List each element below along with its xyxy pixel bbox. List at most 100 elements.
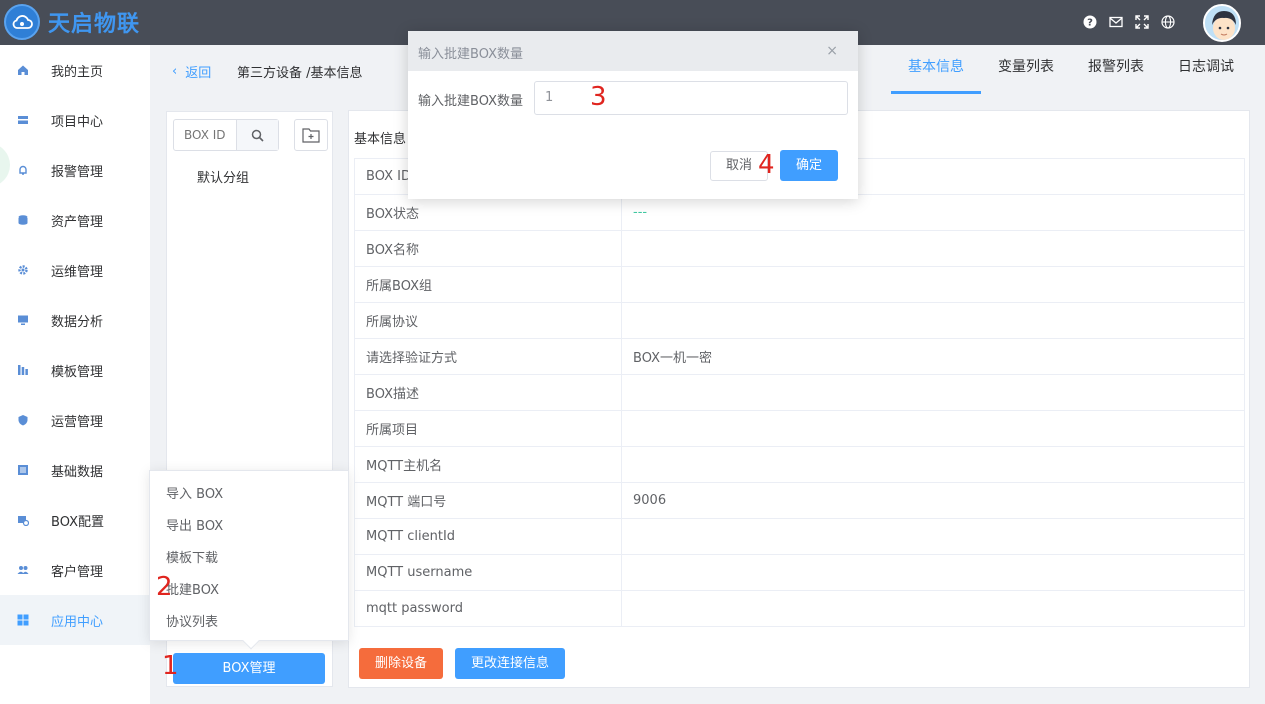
row-value: 9006: [621, 482, 1245, 519]
row-key: MQTT username: [354, 554, 622, 591]
step-annotation-1: 1: [162, 651, 179, 681]
sidebar-item-basedata[interactable]: 基础数据: [0, 445, 150, 495]
batch-count-input[interactable]: 1: [534, 81, 848, 115]
sidebar-item-label: 基础数据: [51, 464, 104, 480]
row-value: [621, 554, 1245, 591]
step-annotation-4: 4: [758, 150, 775, 180]
bell-icon: [16, 163, 30, 177]
table-row: MQTT username: [354, 554, 1245, 591]
sidebar-item-label: 资产管理: [51, 214, 104, 230]
folder-add-icon: [302, 128, 320, 143]
edit-connection-button[interactable]: 更改连接信息: [455, 648, 565, 679]
back-label: 返回: [185, 66, 212, 81]
users-icon: [16, 563, 30, 577]
row-key: 所属BOX组: [354, 266, 622, 303]
sidebar-item-label: 模板管理: [51, 364, 104, 380]
menu-item-import-box[interactable]: 导入 BOX: [150, 479, 348, 511]
section-title: 基本信息: [354, 132, 407, 147]
tree-node-default-group[interactable]: 默认分组: [197, 167, 249, 186]
sidebar-item-alarms[interactable]: 报警管理: [0, 145, 150, 195]
sidebar-item-label: 运维管理: [51, 264, 104, 280]
sidebar-item-customers[interactable]: 客户管理: [0, 545, 150, 595]
svg-text:?: ?: [1087, 18, 1093, 29]
row-key: 所属项目: [354, 410, 622, 447]
row-key: MQTT 端口号: [354, 482, 622, 519]
table-row: 请选择验证方式 BOX一机一密: [354, 338, 1245, 375]
menu-item-template-download[interactable]: 模板下载: [150, 543, 348, 575]
tab-basic-info[interactable]: 基本信息: [891, 45, 981, 94]
sidebar-item-projects[interactable]: 项目中心: [0, 95, 150, 145]
box-search: [173, 119, 279, 151]
row-key: mqtt password: [354, 590, 622, 627]
apps-icon: [16, 613, 30, 627]
cloud-logo-icon: [4, 4, 40, 40]
table-row: BOX描述: [354, 374, 1245, 411]
logo[interactable]: 天启物联: [4, 4, 140, 40]
row-key: BOX描述: [354, 374, 622, 411]
table-row: 所属BOX组: [354, 266, 1245, 303]
back-link[interactable]: ‹ 返回: [172, 62, 211, 81]
sidebar-item-label: 数据分析: [51, 314, 104, 330]
info-table: BOX ID BOX状态 --- BOX名称 所属BOX组 所属协议 请选择验证方…: [354, 158, 1245, 627]
row-key: MQTT主机名: [354, 446, 622, 483]
row-value: [621, 230, 1245, 267]
project-icon: [16, 113, 30, 127]
confirm-button[interactable]: 确定: [780, 150, 838, 181]
menu-item-export-box[interactable]: 导出 BOX: [150, 511, 348, 543]
sidebar-item-box-config[interactable]: BOX配置: [0, 495, 150, 545]
table-row: 所属项目: [354, 410, 1245, 447]
sidebar-item-home[interactable]: 我的主页: [0, 45, 150, 95]
tab-bar: 基本信息 变量列表 报警列表 日志调试: [891, 45, 1251, 94]
box-manage-menu: 导入 BOX 导出 BOX 模板下载 批建BOX 协议列表: [149, 470, 349, 650]
row-value: [621, 302, 1245, 339]
sidebar-item-label: BOX配置: [51, 514, 104, 530]
row-value: [621, 266, 1245, 303]
box-config-icon: [16, 513, 30, 527]
table-row: MQTT 端口号 9006: [354, 482, 1245, 519]
sidebar-item-label: 报警管理: [51, 164, 104, 180]
avatar[interactable]: [1203, 4, 1241, 42]
sidebar-item-operations[interactable]: 运营管理: [0, 395, 150, 445]
close-icon[interactable]: ×: [826, 43, 838, 59]
mail-icon[interactable]: [1109, 16, 1123, 28]
sidebar-item-label: 项目中心: [51, 114, 104, 130]
fullscreen-icon[interactable]: [1135, 15, 1149, 29]
tab-alarms[interactable]: 报警列表: [1071, 45, 1161, 94]
table-row: MQTT clientId: [354, 518, 1245, 555]
search-icon: [251, 129, 264, 142]
tab-log-debug[interactable]: 日志调试: [1161, 45, 1251, 94]
help-icon[interactable]: ?: [1083, 15, 1097, 29]
table-row: MQTT主机名: [354, 446, 1245, 483]
table-row: BOX状态 ---: [354, 194, 1245, 231]
row-value: [621, 446, 1245, 483]
tab-variables[interactable]: 变量列表: [981, 45, 1071, 94]
sidebar-item-label: 运营管理: [51, 414, 104, 430]
sidebar-item-ops[interactable]: 运维管理: [0, 245, 150, 295]
sidebar-item-label: 我的主页: [51, 64, 104, 80]
table-row: BOX名称: [354, 230, 1245, 267]
table-row: 所属协议: [354, 302, 1245, 339]
menu-item-batch-create-box[interactable]: 批建BOX: [150, 575, 348, 607]
sidebar-item-apps[interactable]: 应用中心: [0, 595, 150, 645]
chevron-left-icon: ‹: [172, 64, 178, 79]
box-manage-button[interactable]: BOX管理: [173, 653, 325, 684]
gear-icon: [16, 263, 30, 277]
row-key: BOX状态: [354, 194, 622, 231]
asset-icon: [16, 213, 30, 227]
row-value: [621, 518, 1245, 555]
sidebar-item-assets[interactable]: 资产管理: [0, 195, 150, 245]
batch-create-dialog: 输入批建BOX数量 × 输入批建BOX数量 1 取消 确定: [408, 31, 858, 199]
sidebar-item-analytics[interactable]: 数据分析: [0, 295, 150, 345]
step-annotation-2: 2: [156, 572, 173, 602]
globe-icon[interactable]: [1161, 15, 1175, 29]
row-value: BOX一机一密: [621, 338, 1245, 375]
add-group-button[interactable]: [294, 119, 328, 151]
row-value: ---: [621, 194, 1245, 231]
search-button[interactable]: [236, 120, 278, 150]
sidebar-item-templates[interactable]: 模板管理: [0, 345, 150, 395]
monitor-icon: [16, 313, 30, 327]
row-key: BOX名称: [354, 230, 622, 267]
dialog-title: 输入批建BOX数量: [418, 47, 523, 62]
delete-device-button[interactable]: 删除设备: [359, 648, 443, 679]
box-id-search-input[interactable]: [174, 120, 236, 150]
